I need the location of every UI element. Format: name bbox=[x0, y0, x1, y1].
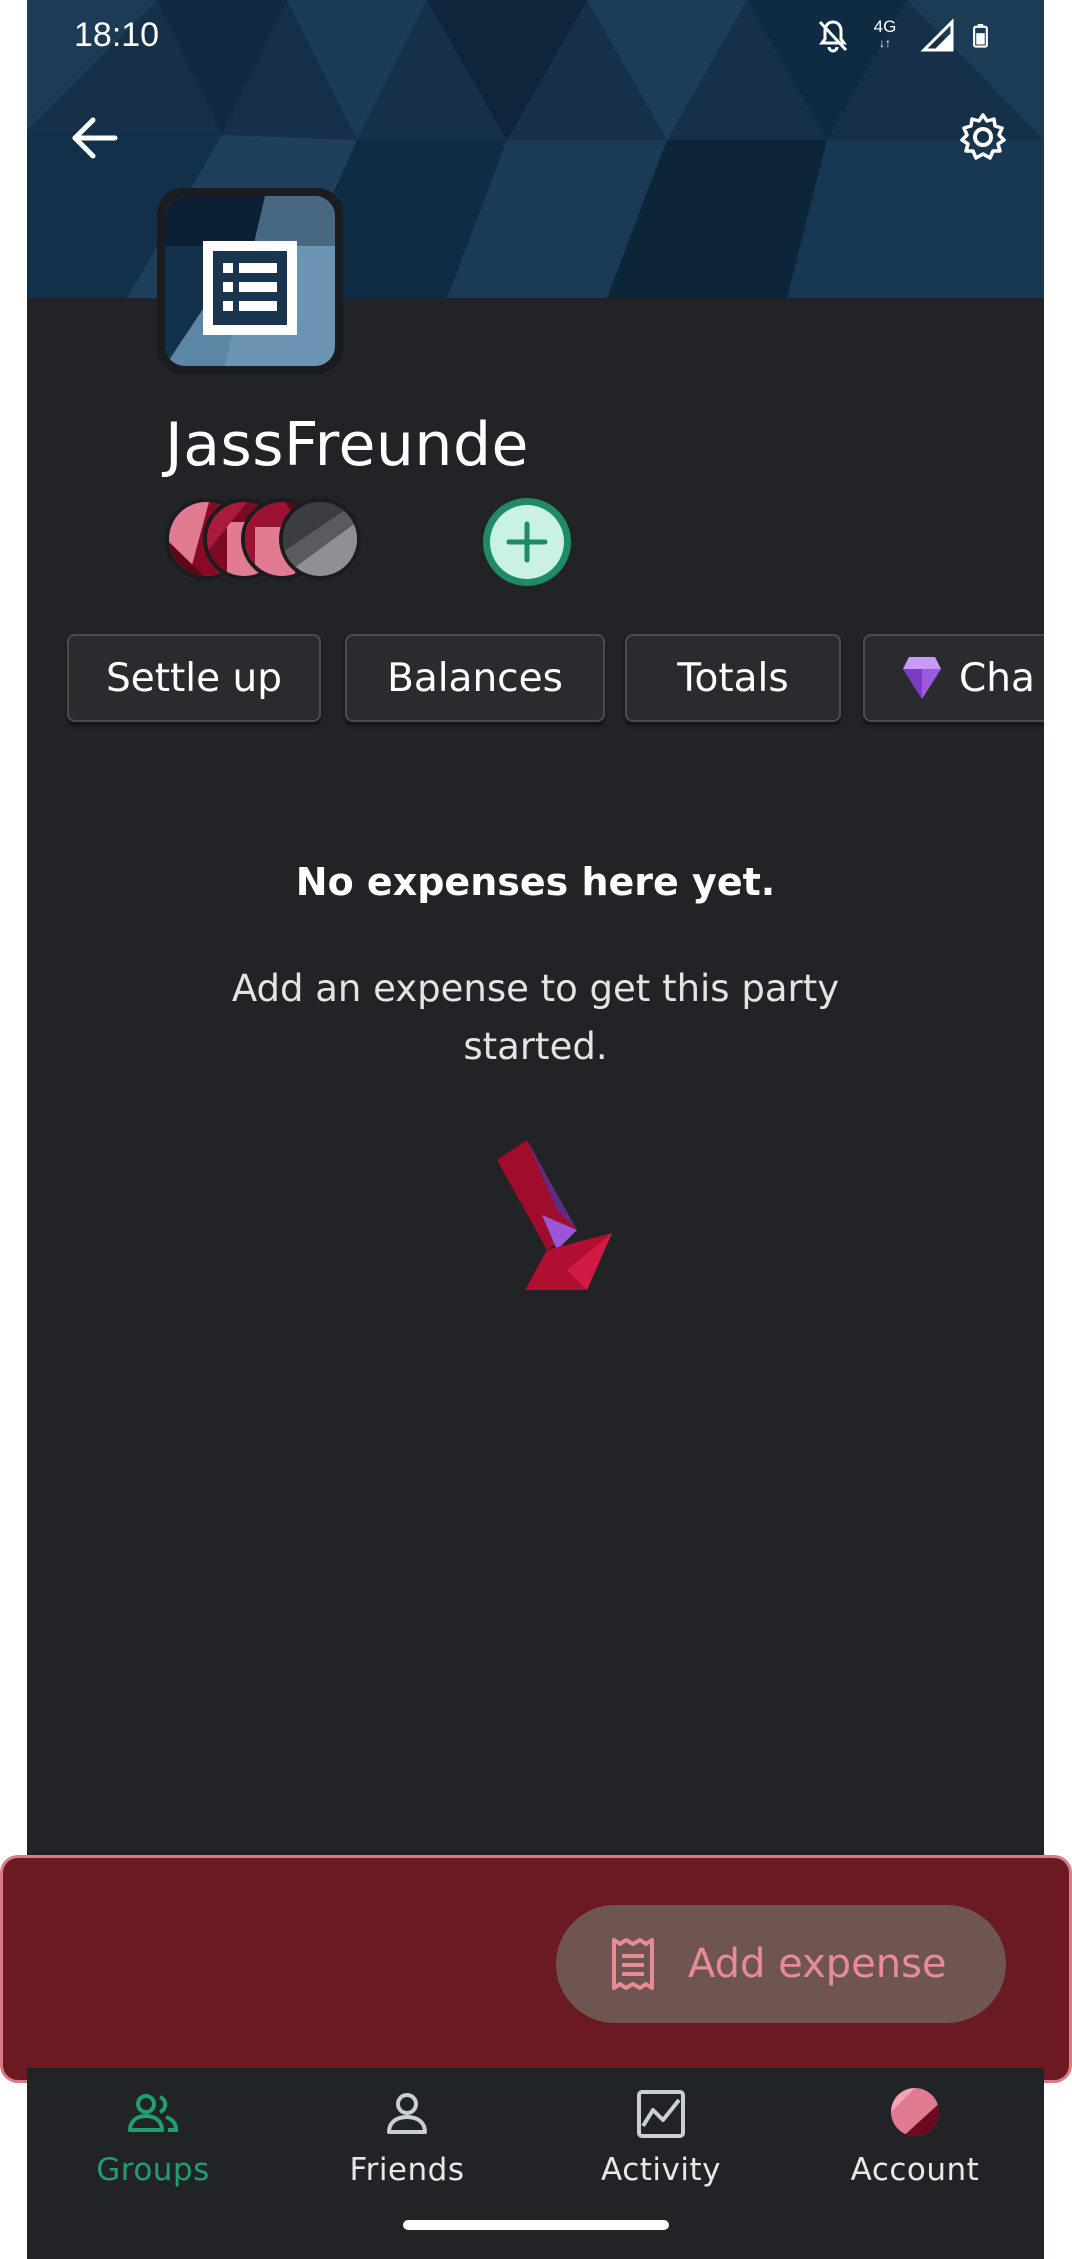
group-name: JassFreunde bbox=[165, 410, 529, 480]
nav-groups-label: Groups bbox=[96, 2152, 210, 2188]
add-expense-label: Add expense bbox=[688, 1941, 947, 1987]
arrow-left-icon bbox=[72, 117, 118, 159]
status-icons: 4G ↓↑ bbox=[816, 16, 996, 56]
receipt-icon bbox=[612, 1938, 654, 1990]
plus-icon bbox=[506, 521, 548, 563]
group-action-chips: Settle up Balances Totals Cha bbox=[67, 634, 1044, 726]
empty-state-description: Add an expense to get this party started… bbox=[231, 967, 840, 1068]
nav-account-label: Account bbox=[850, 2152, 980, 2188]
nav-friends[interactable]: Friends bbox=[307, 2086, 507, 2196]
settle-up-chip[interactable]: Settle up bbox=[67, 634, 321, 722]
groups-icon bbox=[128, 2094, 179, 2132]
gear-icon bbox=[960, 113, 1006, 160]
diamond-icon bbox=[903, 657, 941, 699]
notifications-off-icon bbox=[818, 20, 848, 53]
member-avatar bbox=[279, 498, 361, 580]
group-avatar[interactable] bbox=[157, 188, 343, 374]
down-right-arrow-icon bbox=[497, 1140, 612, 1290]
totals-chip[interactable]: Totals bbox=[625, 634, 841, 722]
activity-chart-icon bbox=[637, 2090, 685, 2138]
back-button[interactable] bbox=[69, 112, 133, 176]
status-time: 18:10 bbox=[74, 16, 160, 54]
status-bar: 18:10 4G ↓↑ bbox=[27, 0, 1044, 72]
battery-icon bbox=[973, 24, 988, 48]
nav-friends-label: Friends bbox=[349, 2152, 465, 2188]
charts-chip[interactable]: Cha bbox=[863, 634, 1044, 722]
add-expense-button[interactable]: Add expense bbox=[556, 1905, 1006, 2023]
home-indicator[interactable] bbox=[403, 2220, 669, 2230]
add-member-button[interactable] bbox=[483, 498, 571, 586]
network-4g-icon: 4G ↓↑ bbox=[873, 17, 897, 50]
balances-chip[interactable]: Balances bbox=[345, 634, 605, 722]
group-settings-button[interactable] bbox=[958, 112, 1022, 176]
group-members[interactable] bbox=[165, 498, 585, 586]
nav-account[interactable]: Account bbox=[815, 2086, 1015, 2196]
nav-activity[interactable]: Activity bbox=[561, 2086, 761, 2196]
empty-state-title: No expenses here yet. bbox=[295, 860, 776, 904]
nav-activity-label: Activity bbox=[601, 2152, 721, 2188]
person-icon bbox=[387, 2093, 427, 2134]
bottom-navigation: Groups Friends Activity Account bbox=[27, 2068, 1044, 2259]
signal-icon bbox=[920, 18, 954, 52]
receipt-list-icon bbox=[165, 196, 335, 366]
account-avatar-icon bbox=[891, 2088, 939, 2136]
nav-groups[interactable]: Groups bbox=[53, 2086, 253, 2196]
